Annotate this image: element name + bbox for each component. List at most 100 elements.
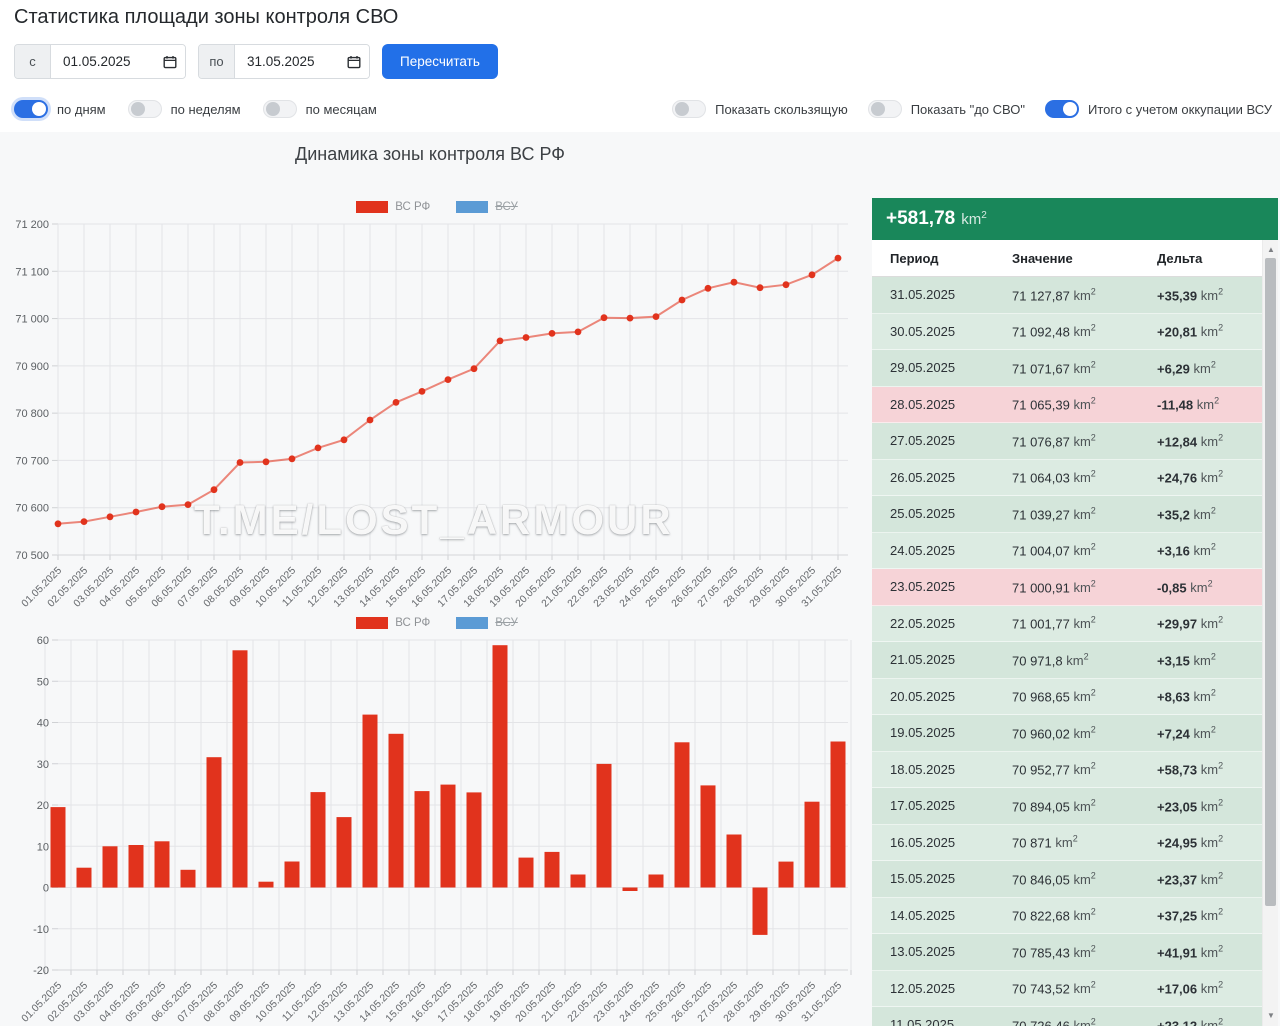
total-delta-value: +581,78 <box>886 208 955 230</box>
toggle-label: по неделям <box>171 102 241 117</box>
toggle-total-with-vsu-occupation[interactable] <box>1045 100 1079 118</box>
row-value: 71 071,67 km2 <box>1012 360 1157 376</box>
total-delta-banner: +581,78 km2 <box>872 198 1278 240</box>
toggle-knob <box>266 102 280 116</box>
toggle-item-pre-svo: Показать "до СВО" <box>868 100 1025 118</box>
table-row: 11.05.202570 726,46 km2+23,12 km2 <box>872 1007 1262 1026</box>
row-value: 71 001,77 km2 <box>1012 615 1157 631</box>
row-period: 19.05.2025 <box>890 725 1012 740</box>
table-row: 25.05.202571 039,27 km2+35,2 km2 <box>872 496 1262 533</box>
svg-text:60: 60 <box>37 635 49 647</box>
row-value: 70 785,43 km2 <box>1012 944 1157 960</box>
axis-labels: -20-100102030405060 <box>33 635 49 977</box>
row-value: 70 894,05 km2 <box>1012 798 1157 814</box>
series-ВС РФ <box>51 645 846 935</box>
scroll-up-icon[interactable]: ▲ <box>1263 242 1278 256</box>
scroll-down-icon[interactable]: ▼ <box>1263 1008 1278 1022</box>
table-row: 12.05.202570 743,52 km2+17,06 km2 <box>872 971 1262 1008</box>
toggle-label: Показать скользящую <box>715 102 848 117</box>
row-value: 70 846,05 km2 <box>1012 871 1157 887</box>
table-row: 29.05.202571 071,67 km2+6,29 km2 <box>872 350 1262 387</box>
toggle-knob <box>1063 102 1077 116</box>
row-value: 71 076,87 km2 <box>1012 433 1157 449</box>
legend-label: ВСУ <box>495 617 518 629</box>
row-value: 70 726,46 km2 <box>1012 1017 1157 1026</box>
date-to-input[interactable] <box>235 45 339 78</box>
toggle-group-options: Показать скользящую Показать "до СВО" Итог… <box>652 100 1272 118</box>
table-row: 26.05.202571 064,03 km2+24,76 km2 <box>872 460 1262 497</box>
date-from-input[interactable] <box>51 45 155 78</box>
row-delta: -11,48 km2 <box>1157 396 1262 412</box>
toggle-daily[interactable] <box>14 100 48 118</box>
row-delta: +6,29 km2 <box>1157 360 1262 376</box>
content-area: Динамика зоны контроля ВС РФ ВС РФ ВСУ 70… <box>0 132 1280 1026</box>
toggle-label: по дням <box>57 102 106 117</box>
svg-text:10: 10 <box>37 841 49 853</box>
svg-text:40: 40 <box>37 718 49 730</box>
toggle-monthly[interactable] <box>263 100 297 118</box>
svg-text:0: 0 <box>43 883 49 895</box>
calendar-icon[interactable] <box>339 45 369 78</box>
table-header-row: Период Значение Дельта <box>872 240 1262 277</box>
toggle-knob <box>871 102 885 116</box>
row-delta: +35,39 km2 <box>1157 287 1262 303</box>
table-row: 28.05.202571 065,39 km2-11,48 km2 <box>872 387 1262 424</box>
chart-title: Динамика зоны контроля ВС РФ <box>0 144 860 165</box>
row-period: 17.05.2025 <box>890 798 1012 813</box>
scrollbar-thumb[interactable] <box>1265 258 1276 906</box>
legend-swatch <box>456 617 488 629</box>
svg-text:70 600: 70 600 <box>15 503 49 515</box>
table-header-delta: Дельта <box>1157 251 1262 266</box>
row-delta: +20,81 km2 <box>1157 323 1262 339</box>
row-value: 70 822,68 km2 <box>1012 907 1157 923</box>
toggle-weekly[interactable] <box>128 100 162 118</box>
table-row: 13.05.202570 785,43 km2+41,91 km2 <box>872 934 1262 971</box>
row-value: 70 952,77 km2 <box>1012 761 1157 777</box>
table-row: 24.05.202571 004,07 km2+3,16 km2 <box>872 533 1262 570</box>
row-delta: +3,15 km2 <box>1157 652 1262 668</box>
calendar-icon[interactable] <box>155 45 185 78</box>
date-from-group: с <box>14 44 186 79</box>
table-row: 14.05.202570 822,68 km2+37,25 km2 <box>872 898 1262 935</box>
legend-item-series[interactable]: ВС РФ <box>356 201 430 213</box>
x-axis-labels: 01.05.202502.05.202503.05.202504.05.2025… <box>20 565 844 609</box>
row-value: 71 065,39 km2 <box>1012 396 1157 412</box>
toggle-moving-average[interactable] <box>672 100 706 118</box>
row-period: 31.05.2025 <box>890 287 1012 302</box>
row-period: 21.05.2025 <box>890 652 1012 667</box>
legend-item-series[interactable]: ВС РФ <box>356 617 430 629</box>
bar-chart[interactable]: -20-10010203040506001.05.202502.05.20250… <box>14 634 860 1026</box>
svg-text:-10: -10 <box>33 924 49 936</box>
svg-text:70 800: 70 800 <box>15 408 49 420</box>
row-value: 70 743,52 km2 <box>1012 980 1157 996</box>
recalculate-button[interactable]: Пересчитать <box>382 44 498 79</box>
legend-label: ВС РФ <box>395 617 430 629</box>
row-delta: +3,16 km2 <box>1157 542 1262 558</box>
date-to-group: по <box>198 44 370 79</box>
row-delta: +24,76 km2 <box>1157 469 1262 485</box>
legend-label: ВСУ <box>495 201 518 213</box>
total-delta-unit: km2 <box>961 210 987 228</box>
line-chart[interactable]: 70 50070 60070 70070 80070 90071 00071 1… <box>14 218 860 612</box>
table-rows: 31.05.202571 127,87 km2+35,39 km230.05.2… <box>872 277 1262 1026</box>
svg-text:70 500: 70 500 <box>15 550 49 562</box>
row-period: 24.05.2025 <box>890 543 1012 558</box>
row-delta: +58,73 km2 <box>1157 761 1262 777</box>
toggle-knob <box>32 102 46 116</box>
date-from-label: с <box>15 45 51 78</box>
row-delta: +29,97 km2 <box>1157 615 1262 631</box>
table-scrollbar[interactable]: ▲ ▼ <box>1262 240 1278 1026</box>
row-value: 71 004,07 km2 <box>1012 542 1157 558</box>
table-row: 18.05.202570 952,77 km2+58,73 km2 <box>872 752 1262 789</box>
row-period: 14.05.2025 <box>890 908 1012 923</box>
table-row: 15.05.202570 846,05 km2+23,37 km2 <box>872 861 1262 898</box>
svg-text:70 900: 70 900 <box>15 361 49 373</box>
svg-text:30: 30 <box>37 759 49 771</box>
row-value: 71 064,03 km2 <box>1012 469 1157 485</box>
toggle-pre-svo[interactable] <box>868 100 902 118</box>
row-delta: -0,85 km2 <box>1157 579 1262 595</box>
svg-text:70 700: 70 700 <box>15 455 49 467</box>
legend-item-hidden-series[interactable]: ВСУ <box>456 617 518 629</box>
legend-item-hidden-series[interactable]: ВСУ <box>456 201 518 213</box>
toggle-label: Итого с учетом оккупации ВСУ <box>1088 102 1272 117</box>
